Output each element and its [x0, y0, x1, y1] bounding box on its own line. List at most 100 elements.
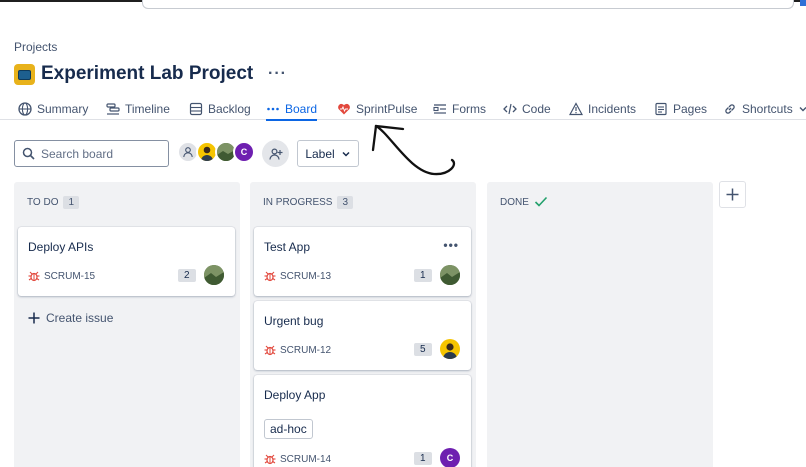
timeline-icon [106, 103, 120, 115]
add-people-button[interactable] [262, 140, 289, 167]
column-header: IN PROGRESS 3 [263, 196, 354, 209]
column-header: TO DO 1 [27, 196, 80, 209]
column-header: DONE [500, 196, 548, 208]
search-icon [22, 147, 35, 160]
search-input[interactable] [41, 146, 161, 161]
assignee-avatar[interactable]: C [440, 448, 460, 467]
issue-title: Test App [264, 240, 311, 254]
tab-label: Pages [673, 102, 708, 116]
hand-drawn-arrow [371, 124, 456, 176]
tab-forms[interactable]: Forms [433, 98, 486, 120]
bug-icon [264, 454, 276, 465]
tab-timeline[interactable]: Timeline [106, 98, 170, 120]
tab-label: Backlog [208, 102, 251, 116]
issue-card[interactable]: Urgent bug SCRUM-12 5 [254, 301, 471, 370]
tab-label: Shortcuts [742, 102, 793, 116]
project-tabs: Summary Timeline Backlog Board SprintPul… [0, 96, 806, 121]
link-icon [725, 104, 735, 114]
issue-card[interactable]: Deploy App ad-hoc SCRUM-14 1 C [254, 375, 471, 467]
project-avatar-icon [14, 64, 35, 85]
plus-icon [726, 188, 739, 201]
add-column-button[interactable] [719, 181, 746, 208]
more-dots-icon [267, 107, 279, 111]
tab-label: Code [522, 102, 551, 116]
tab-code[interactable]: Code [503, 98, 551, 120]
landscape-photo-icon [440, 265, 460, 285]
issue-key-row: SCRUM-15 [28, 270, 95, 282]
tab-backlog[interactable]: Backlog [189, 98, 251, 120]
top-corner-badge [800, 0, 806, 6]
add-user-icon [268, 147, 282, 160]
column-done: DONE [487, 182, 713, 467]
search-board [14, 140, 169, 167]
code-icon [503, 103, 517, 115]
breadcrumb[interactable]: Projects [14, 40, 57, 54]
tab-label: Incidents [588, 102, 637, 116]
column-title: IN PROGRESS [263, 197, 333, 208]
project-more-button[interactable]: ··· [268, 65, 287, 83]
issue-card[interactable]: Test App ••• SCRUM-13 1 [254, 227, 471, 296]
tab-label: SprintPulse [356, 102, 418, 116]
issue-title: Deploy App [264, 388, 326, 402]
person-photo-icon [201, 146, 213, 161]
top-search-field[interactable] [142, 0, 794, 9]
tab-label: Forms [452, 102, 486, 116]
issue-title: Deploy APIs [28, 240, 94, 254]
tab-pages[interactable]: Pages [654, 98, 707, 120]
create-issue-label: Create issue [46, 311, 114, 325]
column-in-progress: IN PROGRESS 3 Test App ••• SCRUM-13 1 Ur… [250, 182, 476, 467]
tab-sprintpulse[interactable]: SprintPulse [337, 98, 417, 120]
globe-icon [18, 102, 32, 116]
tab-incidents[interactable]: Incidents [569, 98, 636, 120]
issue-key-row: SCRUM-12 [264, 344, 331, 356]
backlog-icon [189, 102, 203, 116]
pages-icon [655, 102, 667, 116]
warning-icon [569, 102, 583, 116]
browser-top-strip [0, 0, 806, 16]
chevron-down-icon [799, 107, 806, 112]
tab-label: Board [285, 102, 318, 116]
story-points: 1 [414, 269, 432, 282]
forms-icon [433, 104, 446, 114]
tab-board[interactable]: Board [266, 98, 318, 121]
tab-shortcuts[interactable]: Shortcuts [723, 98, 806, 120]
landscape-photo-icon [204, 265, 224, 285]
story-points: 1 [414, 452, 432, 465]
bug-icon [28, 271, 40, 282]
assignee-avatar[interactable] [440, 265, 460, 285]
column-count: 1 [63, 196, 80, 209]
issue-title: Urgent bug [264, 314, 324, 328]
issue-card[interactable]: Deploy APIs SCRUM-15 2 [18, 227, 235, 296]
column-title: DONE [500, 196, 529, 208]
label-filter-button[interactable]: Label [297, 140, 359, 167]
check-icon [534, 196, 547, 207]
plus-icon [28, 312, 40, 324]
issue-key: SCRUM-13 [280, 270, 332, 282]
person-photo-icon [443, 343, 457, 359]
tab-summary[interactable]: Summary [18, 98, 88, 120]
chevron-down-icon [342, 151, 350, 157]
label-filter-text: Label [305, 146, 335, 161]
user-icon [183, 147, 193, 158]
story-points: 5 [414, 343, 432, 356]
bug-icon [264, 271, 276, 282]
create-issue-button[interactable]: Create issue [28, 311, 113, 325]
issue-key: SCRUM-14 [280, 453, 332, 465]
issue-key: SCRUM-15 [44, 270, 96, 282]
assignee-avatar[interactable] [440, 339, 460, 359]
heart-icon [338, 103, 350, 115]
assignee-avatar[interactable] [204, 265, 224, 285]
bug-icon [264, 345, 276, 356]
column-count: 3 [337, 196, 354, 209]
tab-label: Summary [37, 102, 89, 116]
label-tag[interactable]: ad-hoc [264, 419, 313, 439]
tab-label: Timeline [125, 102, 170, 116]
column-todo: TO DO 1 Deploy APIs SCRUM-15 2 Create is… [14, 182, 240, 467]
issue-key-row: SCRUM-14 [264, 453, 331, 465]
issue-key: SCRUM-12 [280, 344, 332, 356]
issue-key-row: SCRUM-13 [264, 270, 331, 282]
card-more-button[interactable]: ••• [443, 238, 459, 252]
story-points: 2 [178, 269, 196, 282]
avatar-user-purple[interactable]: C [233, 141, 255, 163]
page-title: Experiment Lab Project [41, 63, 254, 84]
